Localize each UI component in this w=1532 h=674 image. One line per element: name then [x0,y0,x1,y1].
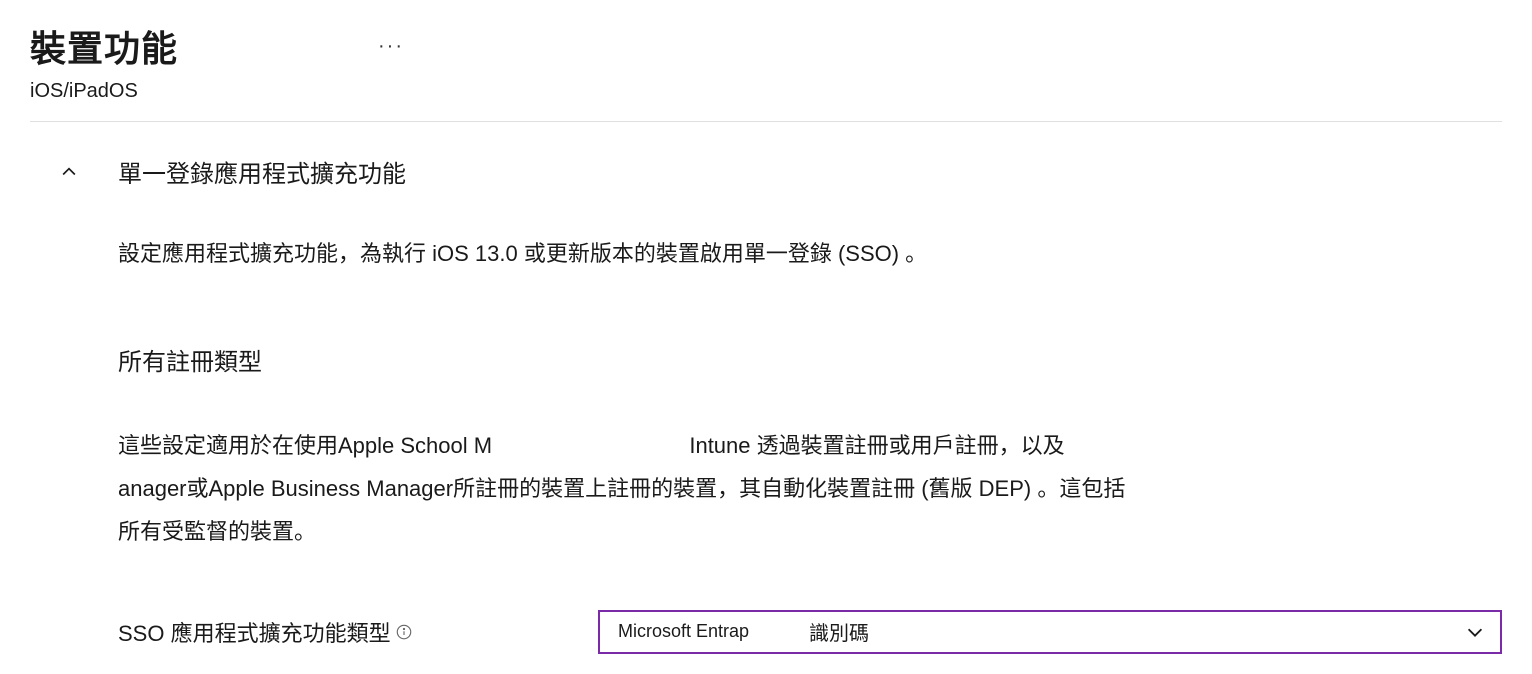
section-subheading: 所有註冊類型 [118,342,1502,377]
body-part-3: anager或Apple Business Manager所註冊的裝置上註冊的裝… [118,476,1125,544]
section-title: 單一登錄應用程式擴充功能 [118,154,406,189]
dropdown-value-part2: 識別碼 [809,617,869,646]
chevron-up-icon[interactable] [55,158,83,186]
body-part-1: 這些設定適用於在使用Apple School M [118,433,492,458]
sso-extension-type-dropdown[interactable]: Microsoft Entrap 識別碼 [598,610,1502,654]
page-title: 裝置功能 [30,20,178,72]
body-part-2: Intune 透過裝置註冊或用戶註冊，以及 [689,433,1064,458]
info-icon[interactable] [395,623,413,641]
page-subtitle: iOS/iPadOS [30,80,1502,122]
dropdown-value-part1: Microsoft Entrap [618,621,749,642]
chevron-down-icon [1464,621,1486,643]
section-body: 這些設定適用於在使用Apple School M Intune 透過裝置註冊或用… [118,425,1138,554]
field-label: SSO 應用程式擴充功能類型 [118,616,391,648]
more-actions-button[interactable]: ··· [378,35,404,58]
section-description: 設定應用程式擴充功能，為執行 iOS 13.0 或更新版本的裝置啟用單一登錄 (… [118,237,1138,270]
